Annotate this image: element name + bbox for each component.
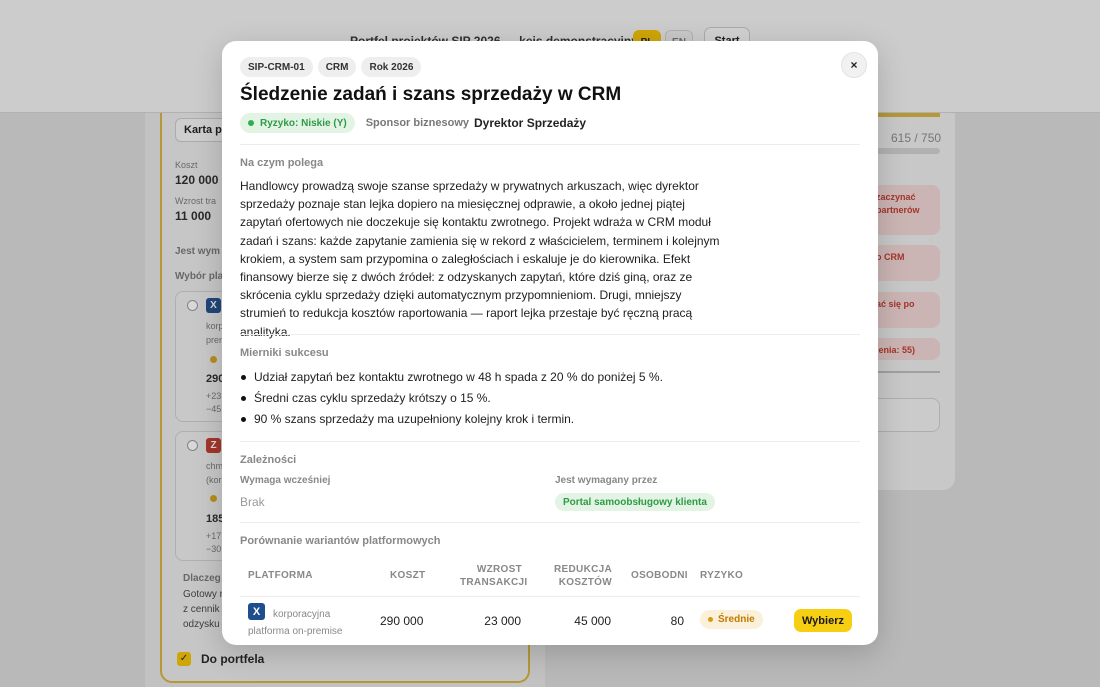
risk-dot-icon <box>248 120 254 126</box>
row-reduction: 45 000 <box>574 614 611 628</box>
choose-platform-button[interactable]: Wybierz <box>794 609 852 632</box>
project-description: Handlowcy prowadzą swoje szanse sprzedaż… <box>240 179 720 339</box>
row-risk-label: Średnie <box>718 614 755 625</box>
metric-item: 90 % szans sprzedaży ma uzupełniony kole… <box>240 409 663 430</box>
divider <box>240 144 860 145</box>
col-platform: PLATFORMA <box>248 570 313 581</box>
col-reduction: REDUKCJA KOSZTÓW <box>552 563 612 589</box>
row-growth: 23 000 <box>484 614 521 628</box>
project-meta: Ryzyko: Niskie (Y) Sponsor biznesowy Dyr… <box>240 113 586 133</box>
row-risk-badge: Średnie <box>700 610 763 629</box>
tag-category: CRM <box>317 57 357 77</box>
tag-year: Rok 2026 <box>361 57 422 77</box>
col-growth-line1: WZROST <box>476 564 522 575</box>
section-metrics-heading: Mierniki sukcesu <box>240 347 329 359</box>
metrics-list: Udział zapytań bez kontaktu zwrotnego w … <box>240 367 663 430</box>
sponsor-value: Dyrektor Sprzedaży <box>474 116 587 130</box>
col-growth: WZROST TRANSAKCJI <box>460 563 528 589</box>
row-mandays: 80 <box>670 614 684 628</box>
col-reduction-line1: REDUKCJA <box>554 564 612 575</box>
col-growth-line2: TRANSAKCJI <box>460 577 528 588</box>
row-platform-name: korporacyjna platforma on-premise <box>248 609 343 637</box>
project-detail-modal: × SIP-CRM-01 CRM Rok 2026 Śledzenie zada… <box>222 41 878 645</box>
required-by-label: Jest wymagany przez <box>555 475 658 486</box>
requires-value: Brak <box>240 495 265 509</box>
close-icon[interactable]: × <box>841 52 867 78</box>
col-cost: KOSZT <box>390 570 426 581</box>
metric-item: Średni czas cyklu sprzedaży krótszy o 15… <box>240 388 663 409</box>
compare-table-header: PLATFORMA KOSZT WZROST TRANSAKCJI REDUKC… <box>240 563 860 597</box>
divider <box>240 334 860 335</box>
sponsor-label: Sponsor biznesowy <box>365 117 469 129</box>
metric-item: Udział zapytań bez kontaktu zwrotnego w … <box>240 367 663 388</box>
risk-badge-label: Ryzyko: Niskie (Y) <box>260 117 347 129</box>
divider <box>240 522 860 523</box>
table-header-rule <box>240 596 860 597</box>
section-deps-heading: Zależności <box>240 454 297 466</box>
col-risk: RYZYKO <box>700 570 744 581</box>
divider <box>240 441 860 442</box>
required-by-chip[interactable]: Portal samoobsługowy klienta <box>555 493 715 511</box>
requires-label: Wymaga wcześniej <box>240 475 331 486</box>
col-mandays: OSOBODNI <box>631 570 688 581</box>
project-tags: SIP-CRM-01 CRM Rok 2026 <box>240 57 422 77</box>
row-cost: 290 000 <box>380 614 424 628</box>
section-compare-heading: Porównanie wariantów platformowych <box>240 535 441 547</box>
risk-dot-icon <box>708 617 713 622</box>
modal-title: Śledzenie zadań i szans sprzedaży w CRM <box>240 84 622 105</box>
tag-project-id: SIP-CRM-01 <box>240 57 313 77</box>
risk-badge: Ryzyko: Niskie (Y) <box>240 113 355 133</box>
section-what-heading: Na czym polega <box>240 157 324 169</box>
col-reduction-line2: KOSZTÓW <box>558 577 612 588</box>
